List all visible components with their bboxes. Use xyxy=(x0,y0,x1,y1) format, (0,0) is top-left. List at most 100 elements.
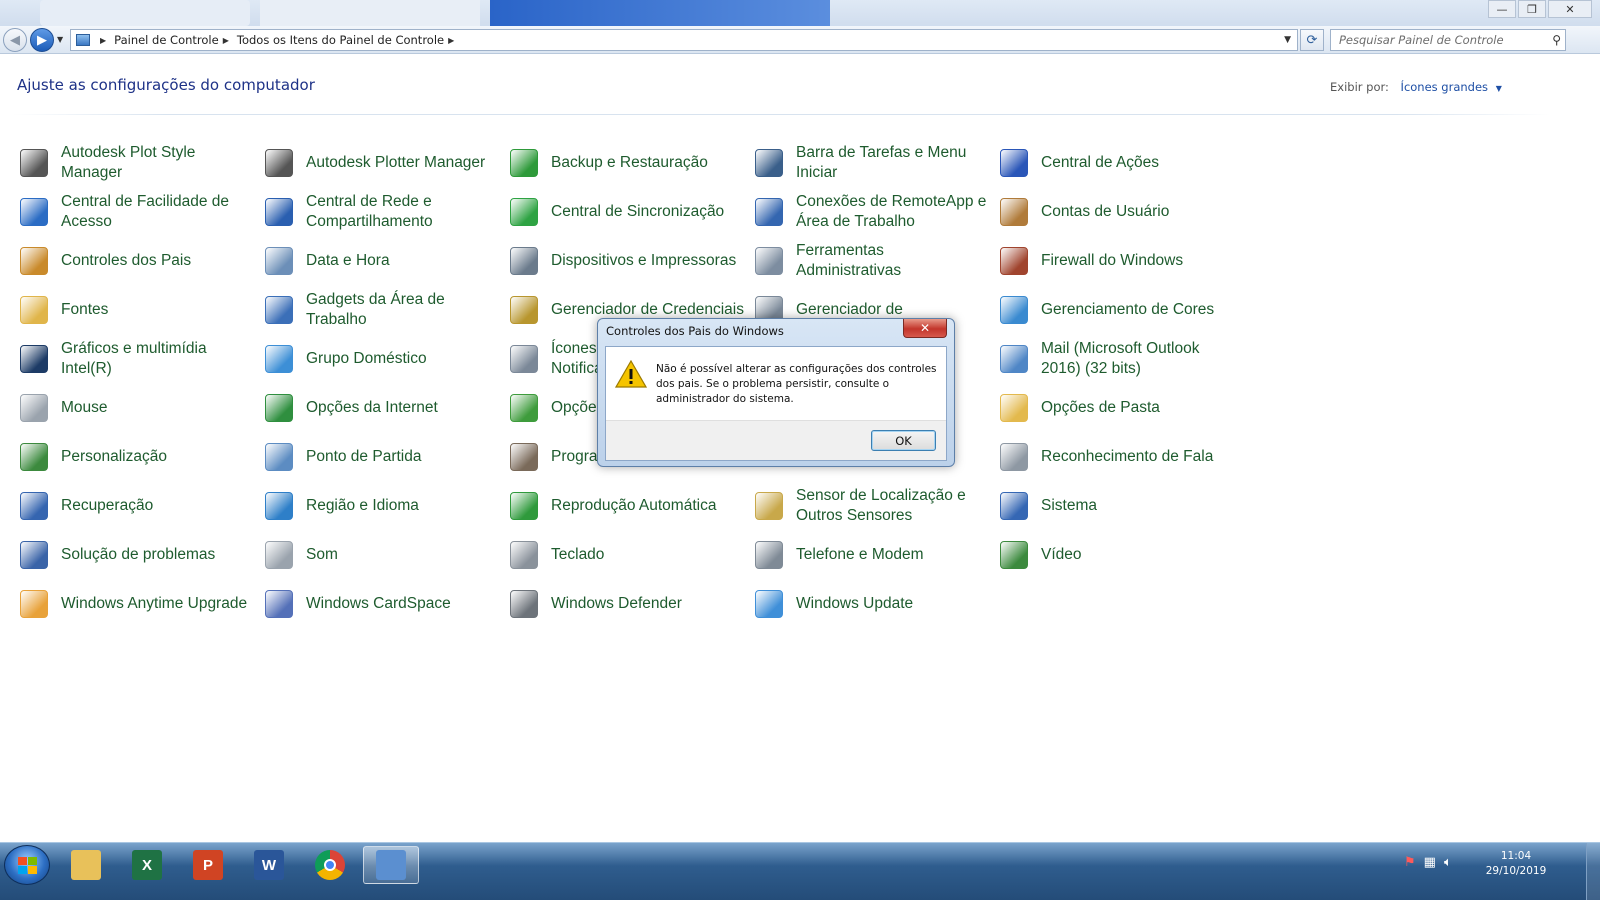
cp-item-label[interactable]: Opções da Internet xyxy=(306,398,438,418)
cp-item-label[interactable]: Ponto de Partida xyxy=(306,447,421,467)
close-window-button[interactable]: ✕ xyxy=(1548,0,1592,18)
taskbar-app-control-panel[interactable] xyxy=(363,846,419,884)
cp-item-system[interactable]: Sistema xyxy=(997,483,1237,529)
cp-item-users[interactable]: Contas de Usuário xyxy=(997,189,1237,235)
chevron-right-icon[interactable]: ▶ xyxy=(100,36,106,45)
restore-button[interactable]: ❐ xyxy=(1518,0,1546,18)
cp-item-label[interactable]: Controles dos Pais xyxy=(61,251,191,271)
dialog-close-button[interactable]: ✕ xyxy=(903,319,947,338)
cp-item-autoplay[interactable]: Reprodução Automática xyxy=(507,483,747,529)
cp-item-label[interactable]: Reprodução Automática xyxy=(551,496,716,516)
cp-item-intel-graphics[interactable]: Gráficos e multimídia Intel(R) xyxy=(17,336,257,382)
taskbar-app-explorer[interactable] xyxy=(58,846,114,884)
network-icon[interactable]: ▦ xyxy=(1424,855,1436,870)
recent-pages-dropdown[interactable]: ▼ xyxy=(57,35,63,44)
cp-item-getting-started[interactable]: Ponto de Partida xyxy=(262,434,502,480)
back-button[interactable]: ◀ xyxy=(3,28,27,52)
minimize-button[interactable]: — xyxy=(1488,0,1516,18)
cp-item-label[interactable]: Firewall do Windows xyxy=(1041,251,1183,271)
taskbar-app-chrome[interactable] xyxy=(302,846,358,884)
cp-item-mail[interactable]: Mail (Microsoft Outlook 2016) (32 bits) xyxy=(997,336,1237,382)
cp-item-network[interactable]: Central de Rede e Compartilhamento xyxy=(262,189,502,235)
cp-item-label[interactable]: Região e Idioma xyxy=(306,496,419,516)
cp-item-sync[interactable]: Central de Sincronização xyxy=(507,189,747,235)
cp-item-personalization[interactable]: Personalização xyxy=(17,434,257,480)
search-input[interactable]: Pesquisar Painel de Controle ⚲ xyxy=(1330,29,1566,51)
cp-item-cardspace[interactable]: Windows CardSpace xyxy=(262,581,502,627)
cp-item-label[interactable]: Opções de Pasta xyxy=(1041,398,1160,418)
cp-item-label[interactable]: Autodesk Plot Style Manager xyxy=(61,143,257,183)
ok-button[interactable]: OK xyxy=(871,430,936,451)
cp-item-label[interactable]: Windows Update xyxy=(796,594,913,614)
cp-item-fonts[interactable]: Fontes xyxy=(17,287,257,333)
cp-item-label[interactable]: Backup e Restauração xyxy=(551,153,708,173)
start-button[interactable] xyxy=(4,845,50,885)
cp-item-label[interactable]: Contas de Usuário xyxy=(1041,202,1169,222)
cp-item-label[interactable]: Central de Ações xyxy=(1041,153,1159,173)
cp-item-label[interactable]: Mail (Microsoft Outlook 2016) (32 bits) xyxy=(1041,339,1237,379)
cp-item-label[interactable]: Recuperação xyxy=(61,496,153,516)
cp-item-label[interactable]: Som xyxy=(306,545,338,565)
cp-item-troubleshoot[interactable]: Solução de problemas xyxy=(17,532,257,578)
cp-item-recovery[interactable]: Recuperação xyxy=(17,483,257,529)
cp-item-taskbar[interactable]: Barra de Tarefas e Menu Iniciar xyxy=(752,140,992,186)
refresh-button[interactable]: ⟳ xyxy=(1300,29,1324,51)
cp-item-windows-upgrade[interactable]: Windows Anytime Upgrade xyxy=(17,581,257,627)
cp-item-label[interactable]: Gerenciador de Credenciais xyxy=(551,300,744,320)
cp-item-label[interactable]: Telefone e Modem xyxy=(796,545,924,565)
cp-item-keyboard[interactable]: Teclado xyxy=(507,532,747,578)
address-history-dropdown[interactable]: ▼ xyxy=(1284,35,1291,45)
cp-item-phone-modem[interactable]: Telefone e Modem xyxy=(752,532,992,578)
chevron-right-icon[interactable]: ▶ xyxy=(223,36,229,45)
cp-item-label[interactable]: Gadgets da Área de Trabalho xyxy=(306,290,502,330)
cp-item-label[interactable]: Conexões de RemoteApp e Área de Trabalho xyxy=(796,192,992,232)
cp-item-display[interactable]: Vídeo xyxy=(997,532,1237,578)
cp-item-sensor[interactable]: Sensor de Localização e Outros Sensores xyxy=(752,483,992,529)
cp-item-label[interactable]: Sensor de Localização e Outros Sensores xyxy=(796,486,992,526)
address-box[interactable]: ▶ Painel de Controle ▶ Todos os Itens do… xyxy=(70,29,1298,51)
cp-item-firewall[interactable]: Firewall do Windows xyxy=(997,238,1237,284)
cp-item-label[interactable]: Gráficos e multimídia Intel(R) xyxy=(61,339,257,379)
cp-item-label[interactable]: Mouse xyxy=(61,398,108,418)
taskbar-app-powerpoint[interactable]: P xyxy=(180,846,236,884)
cp-item-label[interactable]: Central de Sincronização xyxy=(551,202,724,222)
cp-item-label[interactable]: Gerenciador de xyxy=(796,300,903,320)
cp-item-remoteapp[interactable]: Conexões de RemoteApp e Área de Trabalho xyxy=(752,189,992,235)
cp-item-defender[interactable]: Windows Defender xyxy=(507,581,747,627)
cp-item-printer[interactable]: Autodesk Plot Style Manager xyxy=(17,140,257,186)
cp-item-label[interactable]: Fontes xyxy=(61,300,108,320)
cp-item-label[interactable]: Windows CardSpace xyxy=(306,594,451,614)
cp-item-gadgets[interactable]: Gadgets da Área de Trabalho xyxy=(262,287,502,333)
cp-item-label[interactable]: Data e Hora xyxy=(306,251,390,271)
cp-item-folder-options[interactable]: Opções de Pasta xyxy=(997,385,1237,431)
cp-item-homegroup[interactable]: Grupo Doméstico xyxy=(262,336,502,382)
taskbar-app-word[interactable]: W xyxy=(241,846,297,884)
view-by-dropdown[interactable]: Ícones grandes xyxy=(1401,80,1489,94)
cp-item-label[interactable]: Teclado xyxy=(551,545,604,565)
volume-icon[interactable]: 🔈︎ xyxy=(1444,855,1452,870)
cp-item-sound[interactable]: Som xyxy=(262,532,502,578)
cp-item-label[interactable]: Autodesk Plotter Manager xyxy=(306,153,485,173)
action-center-flag-icon[interactable]: ⚑ xyxy=(1404,855,1416,870)
cp-item-parental[interactable]: Controles dos Pais xyxy=(17,238,257,284)
cp-item-plotter[interactable]: Autodesk Plotter Manager xyxy=(262,140,502,186)
cp-item-mouse[interactable]: Mouse xyxy=(17,385,257,431)
cp-item-label[interactable]: Ferramentas Administrativas xyxy=(796,241,992,281)
show-desktop-button[interactable] xyxy=(1586,843,1600,900)
cp-item-label[interactable]: Sistema xyxy=(1041,496,1097,516)
taskbar-app-excel[interactable]: X xyxy=(119,846,175,884)
cp-item-label[interactable]: Vídeo xyxy=(1041,545,1082,565)
cp-item-label[interactable]: Dispositivos e Impressoras xyxy=(551,251,736,271)
cp-item-windows-update[interactable]: Windows Update xyxy=(752,581,992,627)
cp-item-label[interactable]: Windows Anytime Upgrade xyxy=(61,594,247,614)
cp-item-region[interactable]: Região e Idioma xyxy=(262,483,502,529)
cp-item-internet-options[interactable]: Opções da Internet xyxy=(262,385,502,431)
breadcrumb-control-panel[interactable]: Painel de Controle xyxy=(114,33,219,47)
breadcrumb-all-items[interactable]: Todos os Itens do Painel de Controle xyxy=(237,33,444,47)
forward-button[interactable]: ▶ xyxy=(30,28,54,52)
scrollbar[interactable] xyxy=(1584,54,1600,842)
cp-item-backup[interactable]: Backup e Restauração xyxy=(507,140,747,186)
cp-item-label[interactable]: Gerenciamento de Cores xyxy=(1041,300,1214,320)
cp-item-calendar[interactable]: Data e Hora xyxy=(262,238,502,284)
chevron-right-icon[interactable]: ▶ xyxy=(448,36,454,45)
